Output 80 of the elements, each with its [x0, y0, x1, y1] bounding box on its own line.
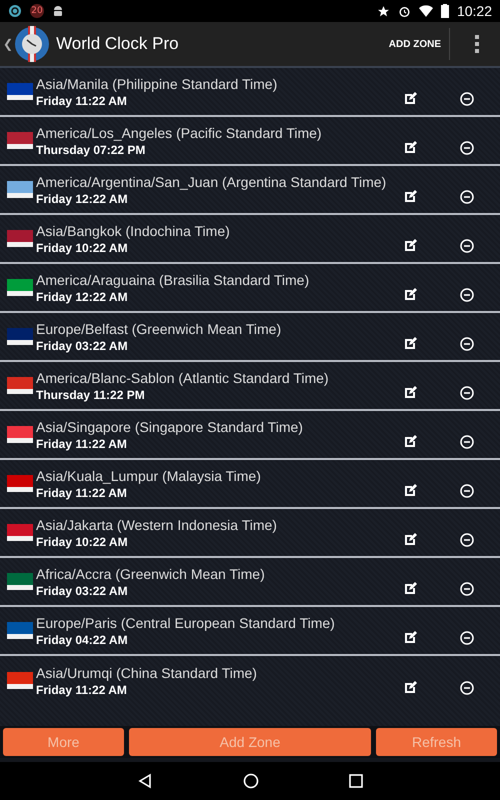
remove-icon[interactable]: [460, 238, 474, 252]
edit-icon[interactable]: [404, 681, 417, 694]
zone-name: Asia/Jakarta (Western Indonesia Time): [36, 516, 278, 532]
zone-time: Friday 11:22 AM: [36, 436, 128, 450]
app-title: World Clock Pro: [56, 34, 180, 54]
zone-time: Friday 11:22 AM: [36, 682, 128, 696]
zone-row[interactable]: Asia/Urumqi (China Standard Time) Friday 11:22 AM: [0, 656, 500, 705]
zone-time: Friday 04:22 AM: [36, 632, 129, 646]
recents-icon[interactable]: [349, 774, 363, 788]
zone-row[interactable]: Europe/Paris (Central European Standard Time) Friday 04:22 AM: [0, 607, 500, 656]
zone-time: Friday 11:22 AM: [36, 486, 128, 500]
zone-name: America/Araguaina (Brasilia Standard Time): [36, 272, 310, 288]
home-icon[interactable]: [243, 773, 259, 789]
sync-icon: [8, 4, 22, 18]
zone-time: Thursday 07:22 PM: [36, 142, 146, 156]
edit-icon[interactable]: [404, 337, 417, 350]
star-icon: [376, 4, 390, 18]
zone-row[interactable]: Europe/Belfast (Greenwich Mean Time) Friday 03:22 AM: [0, 313, 500, 362]
battery-icon: [440, 4, 449, 18]
remove-icon[interactable]: [460, 288, 474, 302]
remove-icon[interactable]: [460, 434, 474, 448]
zone-time: Friday 10:22 AM: [36, 534, 129, 548]
edit-icon[interactable]: [404, 582, 417, 595]
zone-row[interactable]: Asia/Bangkok (Indochina Time) Friday 10:22 AM: [0, 215, 500, 264]
remove-icon[interactable]: [460, 484, 474, 498]
zone-name: Europe/Belfast (Greenwich Mean Time): [36, 320, 282, 336]
back-icon[interactable]: [137, 773, 153, 789]
status-time: 10:22: [456, 3, 492, 19]
remove-icon[interactable]: [460, 92, 474, 106]
add-zone-action[interactable]: ADD ZONE: [380, 38, 449, 50]
zone-time: Friday 11:22 AM: [36, 94, 128, 108]
edit-icon[interactable]: [404, 533, 417, 546]
zone-name: Europe/Paris (Central European Standard Time): [36, 614, 336, 630]
remove-icon[interactable]: [460, 680, 474, 694]
zone-row[interactable]: America/Argentina/San_Juan (Argentina Standard Time) Friday 12:22 AM: [0, 166, 500, 215]
wifi-icon: [418, 5, 433, 17]
edit-icon[interactable]: [404, 141, 417, 154]
zone-row[interactable]: Asia/Singapore (Singapore Standard Time) Friday 11:22 AM: [0, 411, 500, 460]
edit-icon[interactable]: [404, 484, 417, 497]
zone-time: Friday 10:22 AM: [36, 240, 129, 254]
zone-time: Friday 12:22 AM: [36, 290, 129, 304]
zone-time: Friday 03:22 AM: [36, 584, 129, 598]
watch-icon: [14, 26, 50, 62]
zone-row[interactable]: America/Araguaina (Brasilia Standard Time) Friday 12:22 AM: [0, 264, 500, 313]
zone-name: Asia/Bangkok (Indochina Time): [36, 222, 231, 238]
back-button[interactable]: ❮: [0, 37, 14, 51]
zone-name: Asia/Urumqi (China Standard Time): [36, 664, 258, 680]
zone-name: Asia/Kuala_Lumpur (Malaysia Time): [36, 468, 262, 484]
zone-time: Friday 12:22 AM: [36, 192, 129, 206]
edit-icon[interactable]: [404, 190, 417, 203]
edit-icon[interactable]: [404, 288, 417, 301]
zone-name: America/Blanc-Sablon (Atlantic Standard Time): [36, 370, 330, 386]
remove-icon[interactable]: [460, 190, 474, 204]
zone-name: America/Los_Angeles (Pacific Standard Time): [36, 124, 323, 140]
zone-row[interactable]: America/Los_Angeles (Pacific Standard Time) Thursday 07:22 PM: [0, 117, 500, 166]
edit-icon[interactable]: [404, 435, 417, 448]
overflow-menu-icon[interactable]: [474, 34, 480, 54]
edit-icon[interactable]: [404, 386, 417, 399]
zone-row[interactable]: Africa/Accra (Greenwich Mean Time) Friday 03:22 AM: [0, 558, 500, 607]
zone-name: Africa/Accra (Greenwich Mean Time): [36, 566, 266, 582]
zone-name: Asia/Manila (Philippine Standard Time): [36, 76, 278, 92]
remove-icon[interactable]: [460, 532, 474, 546]
edit-icon[interactable]: [404, 631, 417, 644]
remove-icon[interactable]: [460, 630, 474, 644]
zone-time: Friday 03:22 AM: [36, 338, 129, 352]
zone-row[interactable]: Asia/Jakarta (Western Indonesia Time) Friday 10:22 AM: [0, 509, 500, 558]
edit-icon[interactable]: [404, 239, 417, 252]
remove-icon[interactable]: [460, 386, 474, 400]
remove-icon[interactable]: [460, 336, 474, 350]
zone-row[interactable]: Asia/Manila (Philippine Standard Time) Friday 11:22 AM: [0, 68, 500, 117]
notification-badge: 20: [30, 4, 44, 18]
edit-icon[interactable]: [404, 92, 417, 105]
remove-icon[interactable]: [460, 140, 474, 154]
alarm-icon: [398, 4, 411, 18]
remove-icon[interactable]: [460, 582, 474, 596]
zone-time: Thursday 11:22 PM: [36, 388, 146, 402]
zone-name: America/Argentina/San_Juan (Argentina Standard Time): [36, 174, 388, 190]
zone-name: Asia/Singapore (Singapore Standard Time): [36, 418, 304, 434]
zone-row[interactable]: America/Blanc-Sablon (Atlantic Standard Time) Thursday 11:22 PM: [0, 362, 500, 411]
zone-row[interactable]: Asia/Kuala_Lumpur (Malaysia Time) Friday 11:22 AM: [0, 460, 500, 509]
